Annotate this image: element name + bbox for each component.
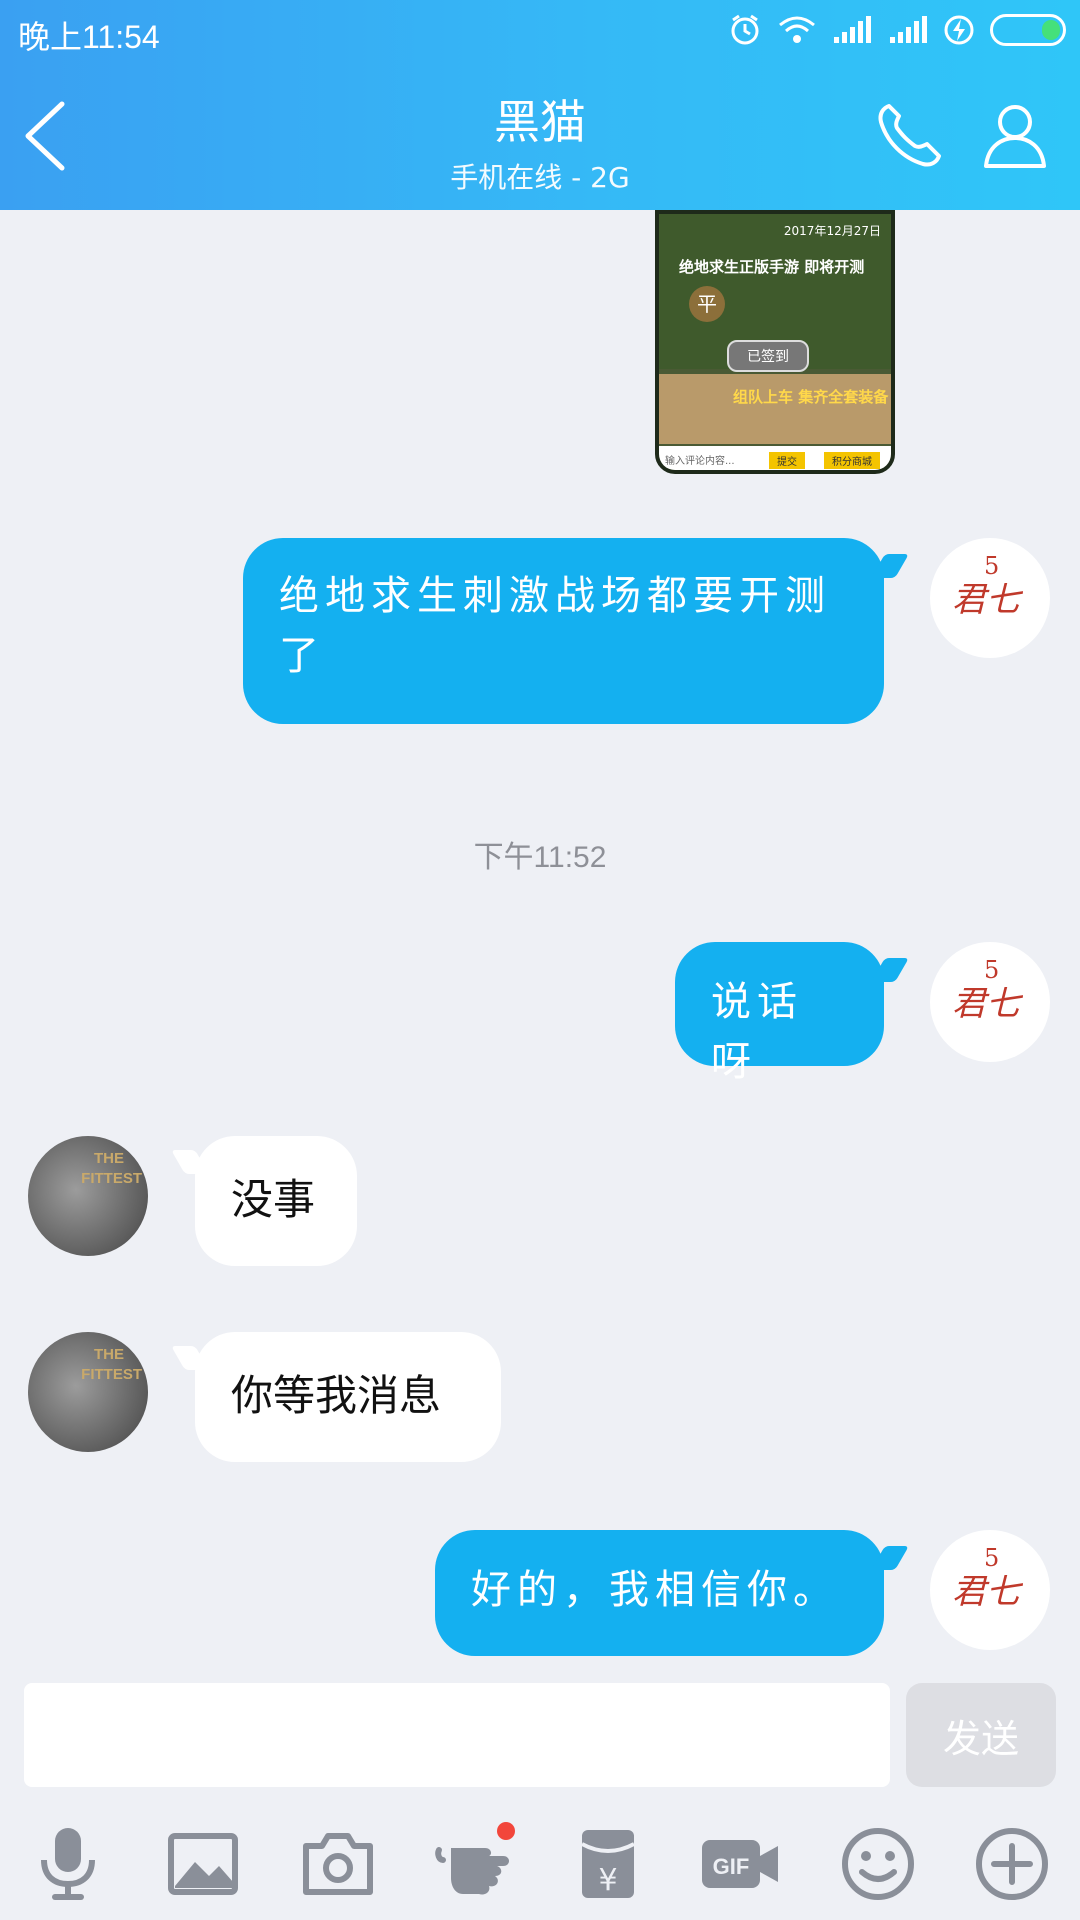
- camera-icon[interactable]: [298, 1824, 378, 1904]
- battery-icon: [990, 14, 1066, 46]
- chat-messages[interactable]: 2017年12月27日 绝地求生正版手游 即将开测 平 已签到 组队上车 集齐全…: [0, 210, 1080, 1680]
- message-text: 好的，我相信你。: [471, 1567, 839, 1613]
- emoji-icon[interactable]: [838, 1824, 918, 1904]
- message-text: 没事: [231, 1175, 316, 1224]
- avatar-text: FITTEST: [81, 1366, 142, 1383]
- image-date: 2017年12月27日: [783, 224, 881, 238]
- image-submit-label: 提交: [769, 452, 805, 469]
- profile-icon[interactable]: [980, 100, 1050, 170]
- message-bubble-incoming[interactable]: 你等我消息: [195, 1332, 501, 1462]
- timestamp-divider: 下午11:52: [473, 841, 607, 874]
- image-comment-bar: 输入评论内容... 提交 积分商城: [659, 446, 891, 470]
- message-bubble-outgoing[interactable]: 好的，我相信你。: [435, 1530, 884, 1656]
- message-bubble-outgoing[interactable]: 绝地求生刺激战场都要开测了: [243, 538, 884, 724]
- message-bubble-incoming[interactable]: 没事: [195, 1136, 357, 1266]
- plus-icon[interactable]: [972, 1824, 1052, 1904]
- avatar-contact[interactable]: THE FITTEST: [28, 1332, 148, 1452]
- image-icon[interactable]: [163, 1824, 243, 1904]
- svg-text:¥: ¥: [598, 1863, 617, 1898]
- avatar-contact[interactable]: THE FITTEST: [28, 1136, 148, 1256]
- message-bubble-outgoing[interactable]: 说话呀: [675, 942, 884, 1085]
- status-icons: [728, 10, 1066, 50]
- message-text: 你等我消息: [231, 1371, 442, 1420]
- send-button[interactable]: 发送: [906, 1683, 1056, 1787]
- avatar-text: FITTEST: [81, 1170, 142, 1187]
- avatar-self[interactable]: 君七 5: [930, 538, 1050, 658]
- shared-image-message[interactable]: 2017年12月27日 绝地求生正版手游 即将开测 平 已签到 组队上车 集齐全…: [655, 210, 895, 474]
- charging-icon: [944, 15, 974, 45]
- avatar-self[interactable]: 君七 5: [930, 1530, 1050, 1650]
- avatar-self[interactable]: 君七 5: [930, 942, 1050, 1062]
- avatar-signature-number: 5: [984, 1544, 1000, 1572]
- signal-icon: [890, 16, 927, 43]
- avatar-signature-number: 5: [984, 956, 1000, 984]
- phone-icon[interactable]: [875, 100, 945, 170]
- image-signed-badge: 已签到: [727, 340, 809, 372]
- poke-button[interactable]: [433, 1822, 515, 1904]
- input-toolbar: ¥ GIF: [0, 1806, 1080, 1920]
- status-time: 晚上11:54: [18, 19, 160, 55]
- image-headline: 绝地求生正版手游 即将开测: [679, 258, 865, 276]
- avatar-text: THE: [94, 1150, 124, 1167]
- message-text: 说话呀: [711, 979, 803, 1085]
- microphone-icon[interactable]: [28, 1824, 108, 1904]
- composer-row: 发送: [0, 1680, 1080, 1790]
- signal-icon: [834, 16, 871, 43]
- avatar-signature-number: 5: [984, 552, 1000, 580]
- image-comment-hint: 输入评论内容...: [665, 456, 735, 467]
- wifi-icon: [779, 16, 815, 43]
- image-mall-label: 积分商城: [824, 452, 880, 469]
- avatar-text: THE: [94, 1346, 124, 1363]
- gif-icon[interactable]: GIF: [700, 1824, 780, 1904]
- alarm-icon: [731, 14, 759, 45]
- red-envelope-icon[interactable]: ¥: [568, 1824, 648, 1904]
- message-text: 绝地求生刺激战场都要开测了: [279, 573, 831, 679]
- message-input[interactable]: [24, 1683, 890, 1787]
- chat-header: 晚上11:54 黑猫 手机在线 - 2G: [0, 0, 1080, 210]
- notification-dot: [497, 1822, 515, 1840]
- image-emblem: 平: [689, 286, 725, 322]
- svg-text:GIF: GIF: [713, 1854, 750, 1879]
- image-banner: 组队上车 集齐全套装备: [733, 388, 889, 406]
